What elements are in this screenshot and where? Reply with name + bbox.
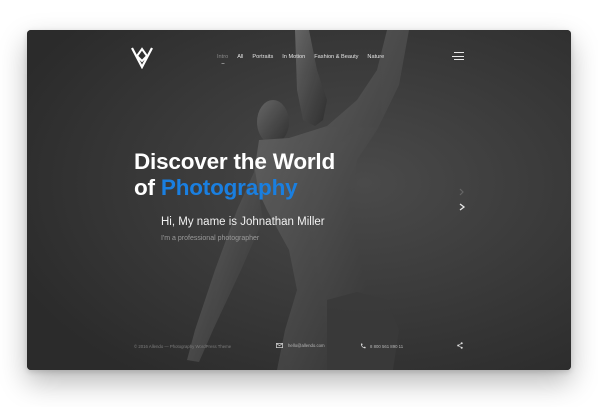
headline-line-1: Discover the World bbox=[134, 149, 336, 174]
footer-bar: © 2016 Allendo — Photography WordPress T… bbox=[27, 341, 571, 353]
headline-of: of bbox=[134, 175, 161, 200]
email-text: hello@allendo.com bbox=[288, 343, 325, 348]
nav-item-intro[interactable]: Intro bbox=[217, 54, 228, 60]
nav-item-in-motion[interactable]: In Motion bbox=[282, 54, 305, 60]
phone-icon bbox=[360, 343, 366, 349]
hero-intro: Hi, My name is Johnathan Miller bbox=[161, 216, 325, 228]
allendo-logo[interactable] bbox=[131, 47, 153, 69]
main-nav: Intro All Portraits In Motion Fashion & … bbox=[217, 54, 384, 60]
browser-frame: Intro All Portraits In Motion Fashion & … bbox=[27, 30, 571, 370]
copyright-text: © 2016 Allendo — Photography WordPress T… bbox=[134, 344, 232, 349]
email-link[interactable]: hello@allendo.com bbox=[276, 343, 325, 348]
hamburger-menu-icon[interactable] bbox=[452, 52, 464, 62]
chevron-up-icon[interactable] bbox=[458, 187, 466, 197]
nav-item-portraits[interactable]: Portraits bbox=[252, 54, 273, 60]
hero-headline: Discover the World of Photography bbox=[134, 149, 335, 201]
chevron-right-icon[interactable] bbox=[458, 202, 466, 212]
phone-link[interactable]: 8 800 561 890 11 bbox=[360, 343, 403, 349]
phone-text: 8 800 561 890 11 bbox=[370, 343, 404, 349]
share-icon[interactable] bbox=[457, 342, 463, 349]
nav-item-all[interactable]: All bbox=[237, 54, 243, 60]
headline-accent: Photography bbox=[160, 175, 298, 200]
nav-item-fashion-beauty[interactable]: Fashion & Beauty bbox=[314, 54, 358, 60]
hero-subtitle: I'm a professional photographer bbox=[161, 235, 260, 242]
envelope-icon bbox=[276, 343, 283, 348]
nav-item-nature[interactable]: Nature bbox=[367, 54, 384, 60]
